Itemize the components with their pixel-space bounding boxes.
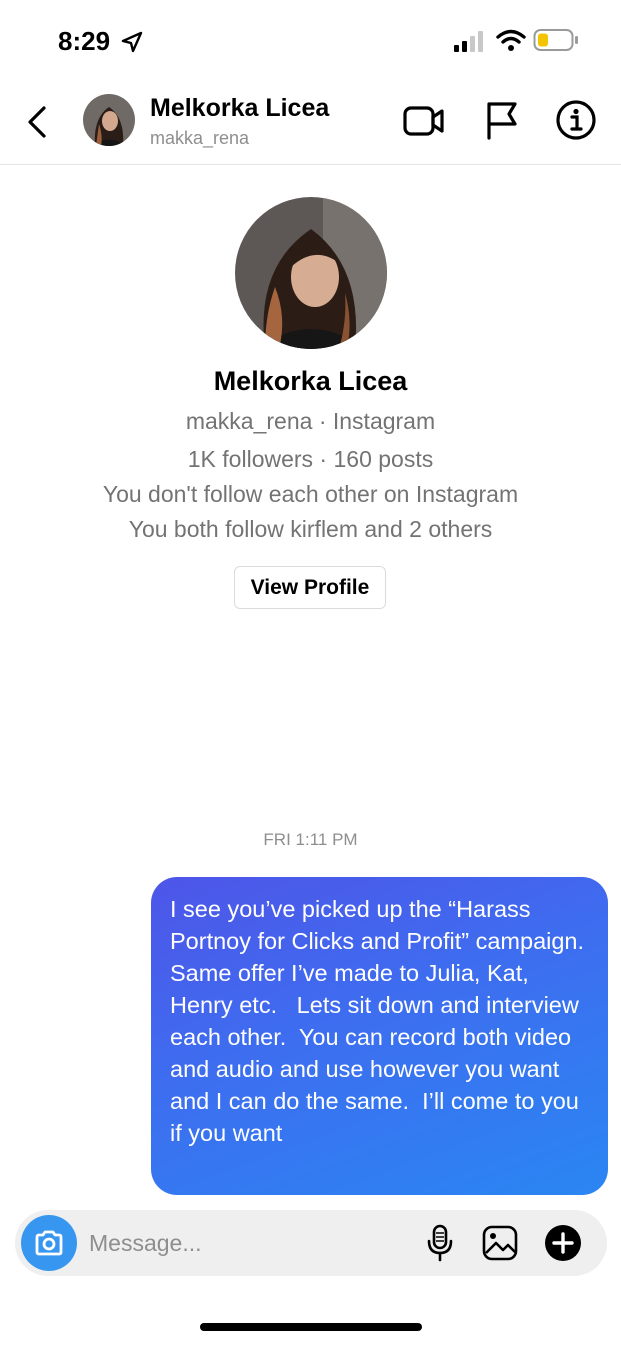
wifi-icon	[496, 29, 526, 51]
back-icon[interactable]	[22, 100, 52, 144]
profile-follow-status: You don't follow each other on Instagram	[102, 481, 519, 507]
message-input[interactable]	[89, 1224, 389, 1262]
microphone-icon[interactable]	[425, 1224, 455, 1262]
plus-icon[interactable]	[544, 1224, 582, 1262]
view-profile-button[interactable]: View Profile	[234, 566, 386, 609]
header-avatar[interactable]	[83, 94, 135, 146]
flag-icon[interactable]	[484, 100, 520, 140]
battery-icon	[533, 29, 578, 51]
profile-handle: makka_rena · Instagram	[185, 408, 436, 434]
message-composer	[15, 1210, 607, 1276]
location-arrow-icon	[121, 31, 143, 53]
video-call-icon[interactable]	[402, 102, 446, 140]
camera-icon	[35, 1230, 63, 1256]
profile-name: Melkorka Licea	[213, 366, 408, 396]
status-time: 8:29	[58, 26, 111, 56]
chat-header: Melkorka Licea makka_rena	[0, 80, 621, 165]
info-icon[interactable]	[555, 99, 597, 141]
message-text: I see you’ve picked up the “Harass Portn…	[170, 896, 598, 1146]
header-name[interactable]: Melkorka Licea	[150, 94, 329, 123]
profile-stats: 1K followers · 160 posts	[187, 446, 434, 472]
home-indicator	[200, 1323, 422, 1331]
gallery-icon[interactable]	[481, 1224, 519, 1262]
signal-icon	[454, 31, 483, 52]
message-timestamp: FRI 1:11 PM	[263, 830, 358, 849]
camera-button[interactable]	[21, 1215, 77, 1271]
status-bar: 8:29	[0, 0, 621, 80]
header-username: makka_rena	[150, 128, 250, 148]
profile-avatar[interactable]	[235, 197, 387, 349]
sent-message-bubble[interactable]: I see you’ve picked up the “Harass Portn…	[151, 877, 608, 1195]
profile-mutuals: You both follow kirflem and 2 others	[128, 516, 493, 542]
